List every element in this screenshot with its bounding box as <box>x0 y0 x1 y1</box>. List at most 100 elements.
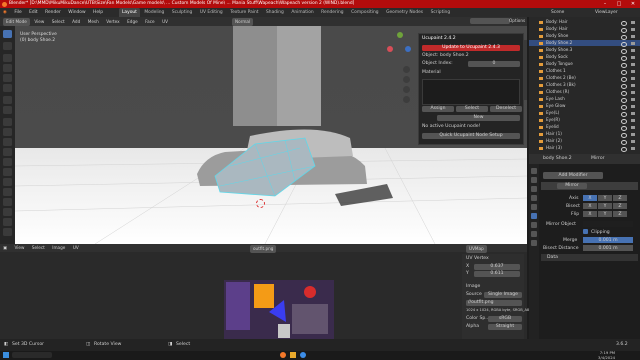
outliner-item[interactable]: Body: Hair <box>529 26 640 33</box>
visibility-eye-icon[interactable] <box>621 69 627 75</box>
visibility-eye-icon[interactable] <box>621 20 627 26</box>
workspace-tab-texture-paint[interactable]: Texture Paint <box>227 8 261 17</box>
outliner-item[interactable]: Body Shoe <box>529 33 640 40</box>
editor-type-icon[interactable]: ▣ <box>0 244 10 252</box>
visibility-eye-icon[interactable] <box>621 118 627 124</box>
select-button[interactable]: Select <box>456 106 488 112</box>
visibility-eye-icon[interactable] <box>621 90 627 96</box>
ortho-toggle-icon[interactable] <box>403 96 410 103</box>
outliner-item[interactable]: Clothes 1 <box>529 68 640 75</box>
render-camera-icon[interactable] <box>631 48 635 52</box>
visibility-eye-icon[interactable] <box>621 111 627 117</box>
visibility-eye-icon[interactable] <box>621 62 627 68</box>
uv-y-field[interactable]: 0.611 <box>474 271 520 277</box>
bisect-distance-field[interactable]: 0.001 m <box>583 245 633 251</box>
object-tab-icon[interactable] <box>531 204 537 210</box>
render-camera-icon[interactable] <box>631 97 635 101</box>
gizmo-x-axis-icon[interactable] <box>387 46 393 52</box>
menu-window[interactable]: Window <box>65 8 88 17</box>
menu-view[interactable]: View <box>31 18 47 26</box>
blender-menu-icon[interactable]: ◉ <box>0 8 10 17</box>
outliner-item[interactable]: Body: Hair <box>529 19 640 26</box>
flip-x-toggle[interactable]: X <box>583 211 597 217</box>
visibility-eye-icon[interactable] <box>621 83 627 89</box>
image-menu-view[interactable]: View <box>11 244 27 252</box>
merge-field[interactable]: 0.001 m <box>583 237 633 243</box>
mode-selector[interactable]: Edit Mode <box>3 18 30 26</box>
visibility-eye-icon[interactable] <box>621 48 627 54</box>
menu-uv[interactable]: UV <box>159 18 171 26</box>
menu-face[interactable]: Face <box>142 18 157 26</box>
outliner-item[interactable]: Clothes (R) <box>529 89 640 96</box>
workspace-tab-rendering[interactable]: Rendering <box>318 8 346 17</box>
npanel-tab-strip[interactable] <box>524 40 527 100</box>
workspace-tab-uv-editing[interactable]: UV Editing <box>197 8 226 17</box>
move-tool-icon[interactable] <box>3 54 12 62</box>
visibility-eye-icon[interactable] <box>621 27 627 33</box>
visibility-eye-icon[interactable] <box>621 125 627 131</box>
taskbar-explorer-icon[interactable] <box>290 352 296 358</box>
loop-cut-tool-icon[interactable] <box>3 148 12 156</box>
menu-add[interactable]: Add <box>69 18 83 26</box>
outliner-item[interactable]: Body Tongue <box>529 61 640 68</box>
outliner-item[interactable]: Eye(R) <box>529 117 640 124</box>
source-selector[interactable]: Single Image <box>484 292 522 298</box>
visibility-eye-icon[interactable] <box>621 34 627 40</box>
render-camera-icon[interactable] <box>631 20 635 24</box>
viewport-shading-buttons[interactable] <box>470 18 510 24</box>
camera-view-icon[interactable] <box>403 86 410 93</box>
scene-selector[interactable]: Scene <box>548 8 567 17</box>
workspace-tab-shading[interactable]: Shading <box>263 8 287 17</box>
measure-tool-icon[interactable] <box>3 106 12 114</box>
workspace-tab-compositing[interactable]: Compositing <box>348 8 382 17</box>
outliner-item[interactable]: Body Shoe.2 <box>529 40 640 47</box>
render-camera-icon[interactable] <box>631 34 635 38</box>
shear-tool-icon[interactable] <box>3 218 12 226</box>
outliner-item[interactable]: Hair (3) <box>529 145 640 152</box>
update-ucupaint-button[interactable]: Update to Ucupaint 2.4.3 <box>422 45 520 51</box>
smooth-tool-icon[interactable] <box>3 188 12 196</box>
object-index-field[interactable]: 0 <box>468 61 520 67</box>
uvmap-selector[interactable]: UVMap <box>466 245 487 253</box>
select-box-tool-icon[interactable] <box>3 30 12 38</box>
pan-icon[interactable] <box>403 76 410 83</box>
menu-vertex[interactable]: Vertex <box>103 18 122 26</box>
poly-build-tool-icon[interactable] <box>3 168 12 176</box>
material-header[interactable]: Material <box>422 70 520 76</box>
color-space-selector[interactable]: sRGB <box>488 316 522 322</box>
visibility-eye-icon[interactable] <box>621 104 627 110</box>
render-camera-icon[interactable] <box>631 62 635 66</box>
menu-help[interactable]: Help <box>90 8 106 17</box>
bisect-y-toggle[interactable]: Y <box>598 203 612 209</box>
tool-tab-icon[interactable] <box>531 168 537 174</box>
uv-x-field[interactable]: 0.637 <box>474 264 520 270</box>
outliner-item[interactable]: Eye Lash <box>529 96 640 103</box>
axis-x-toggle[interactable]: X <box>583 195 597 201</box>
transform-tool-icon[interactable] <box>3 84 12 92</box>
workspace-tab-geometry-nodes[interactable]: Geometry Nodes <box>383 8 426 17</box>
menu-mesh[interactable]: Mesh <box>85 18 102 26</box>
add-modifier-button[interactable]: Add Modifier <box>543 172 603 179</box>
edge-slide-tool-icon[interactable] <box>3 198 12 206</box>
image-selector[interactable]: outfit.png <box>250 245 277 253</box>
visibility-eye-icon[interactable] <box>621 146 627 152</box>
annotate-tool-icon[interactable] <box>3 96 12 104</box>
extrude-tool-icon[interactable] <box>3 118 12 126</box>
clipping-checkbox[interactable] <box>583 229 588 234</box>
workspace-tab-scripting[interactable]: Scripting <box>428 8 454 17</box>
outliner-item[interactable]: Body Shoe.3 <box>529 47 640 54</box>
physics-tab-icon[interactable] <box>531 222 537 228</box>
spin-tool-icon[interactable] <box>3 178 12 186</box>
data-tab-icon[interactable] <box>531 231 537 237</box>
visibility-eye-icon[interactable] <box>621 76 627 82</box>
render-camera-icon[interactable] <box>631 69 635 73</box>
visibility-eye-icon[interactable] <box>621 132 627 138</box>
output-tab-icon[interactable] <box>531 186 537 192</box>
modifier-tab-icon[interactable] <box>531 213 537 219</box>
image-panel-header[interactable]: Image <box>466 284 480 289</box>
taskbar-browser-icon[interactable] <box>300 352 306 358</box>
visibility-eye-icon[interactable] <box>621 41 627 47</box>
render-camera-icon[interactable] <box>631 104 635 108</box>
outliner-item[interactable]: Eye(L) <box>529 110 640 117</box>
bisect-z-toggle[interactable]: Z <box>613 203 627 209</box>
